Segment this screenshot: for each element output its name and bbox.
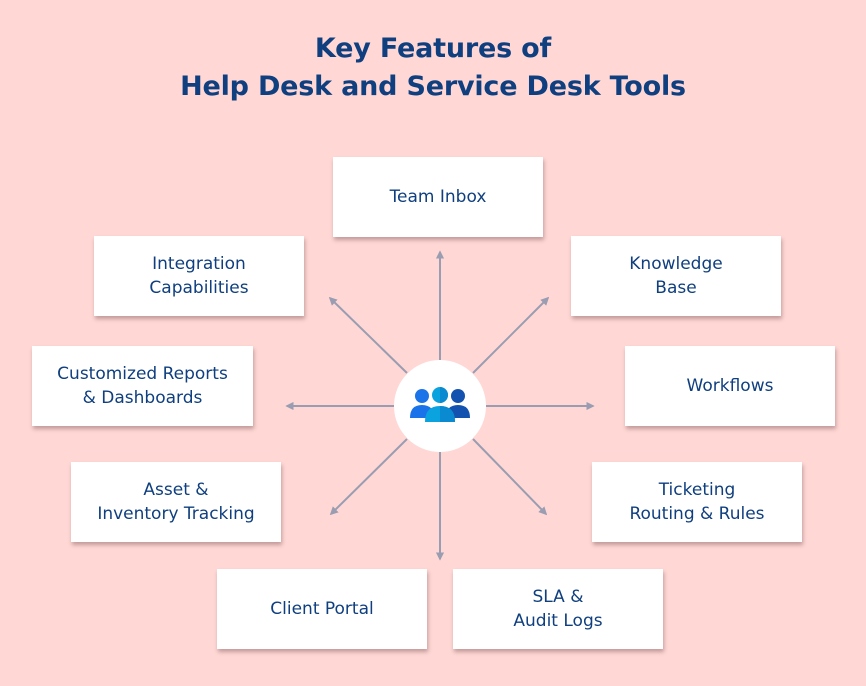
feature-label: Ticketing	[658, 480, 736, 500]
arrow-down-left	[329, 438, 408, 516]
feature-label: Workflows	[686, 376, 774, 396]
arrow-up-right	[472, 296, 550, 374]
feature-label: & Dashboards	[82, 388, 203, 408]
feature-workflows: Workflows	[625, 346, 835, 426]
feature-label: SLA &	[532, 587, 584, 607]
feature-integration-capabilities: Integration Capabilities	[94, 236, 304, 316]
feature-knowledge-base: Knowledge Base	[571, 236, 781, 316]
feature-label: Audit Logs	[513, 611, 603, 631]
arrow-down-right	[472, 438, 548, 516]
feature-label: Client Portal	[270, 599, 374, 619]
feature-customized-reports-dashboards: Customized Reports & Dashboards	[32, 346, 253, 426]
team-users-icon	[410, 387, 470, 422]
feature-label: Base	[655, 278, 697, 298]
feature-label: Inventory Tracking	[97, 504, 255, 524]
feature-ticketing-routing-rules: Ticketing Routing & Rules	[592, 462, 802, 542]
arrow-up-left	[328, 296, 408, 374]
feature-label: Team Inbox	[389, 187, 487, 207]
feature-sla-audit-logs: SLA & Audit Logs	[453, 569, 663, 649]
feature-label: Knowledge	[629, 254, 723, 274]
central-hub	[394, 360, 486, 452]
feature-team-inbox: Team Inbox	[333, 157, 543, 237]
feature-label: Capabilities	[149, 278, 249, 298]
feature-label: Asset &	[143, 480, 209, 500]
feature-label: Customized Reports	[57, 364, 228, 384]
connector-arrows	[285, 250, 595, 561]
feature-client-portal: Client Portal	[217, 569, 427, 649]
feature-label: Integration	[152, 254, 246, 274]
feature-asset-inventory-tracking: Asset & Inventory Tracking	[71, 462, 281, 542]
feature-label: Routing & Rules	[629, 504, 765, 524]
